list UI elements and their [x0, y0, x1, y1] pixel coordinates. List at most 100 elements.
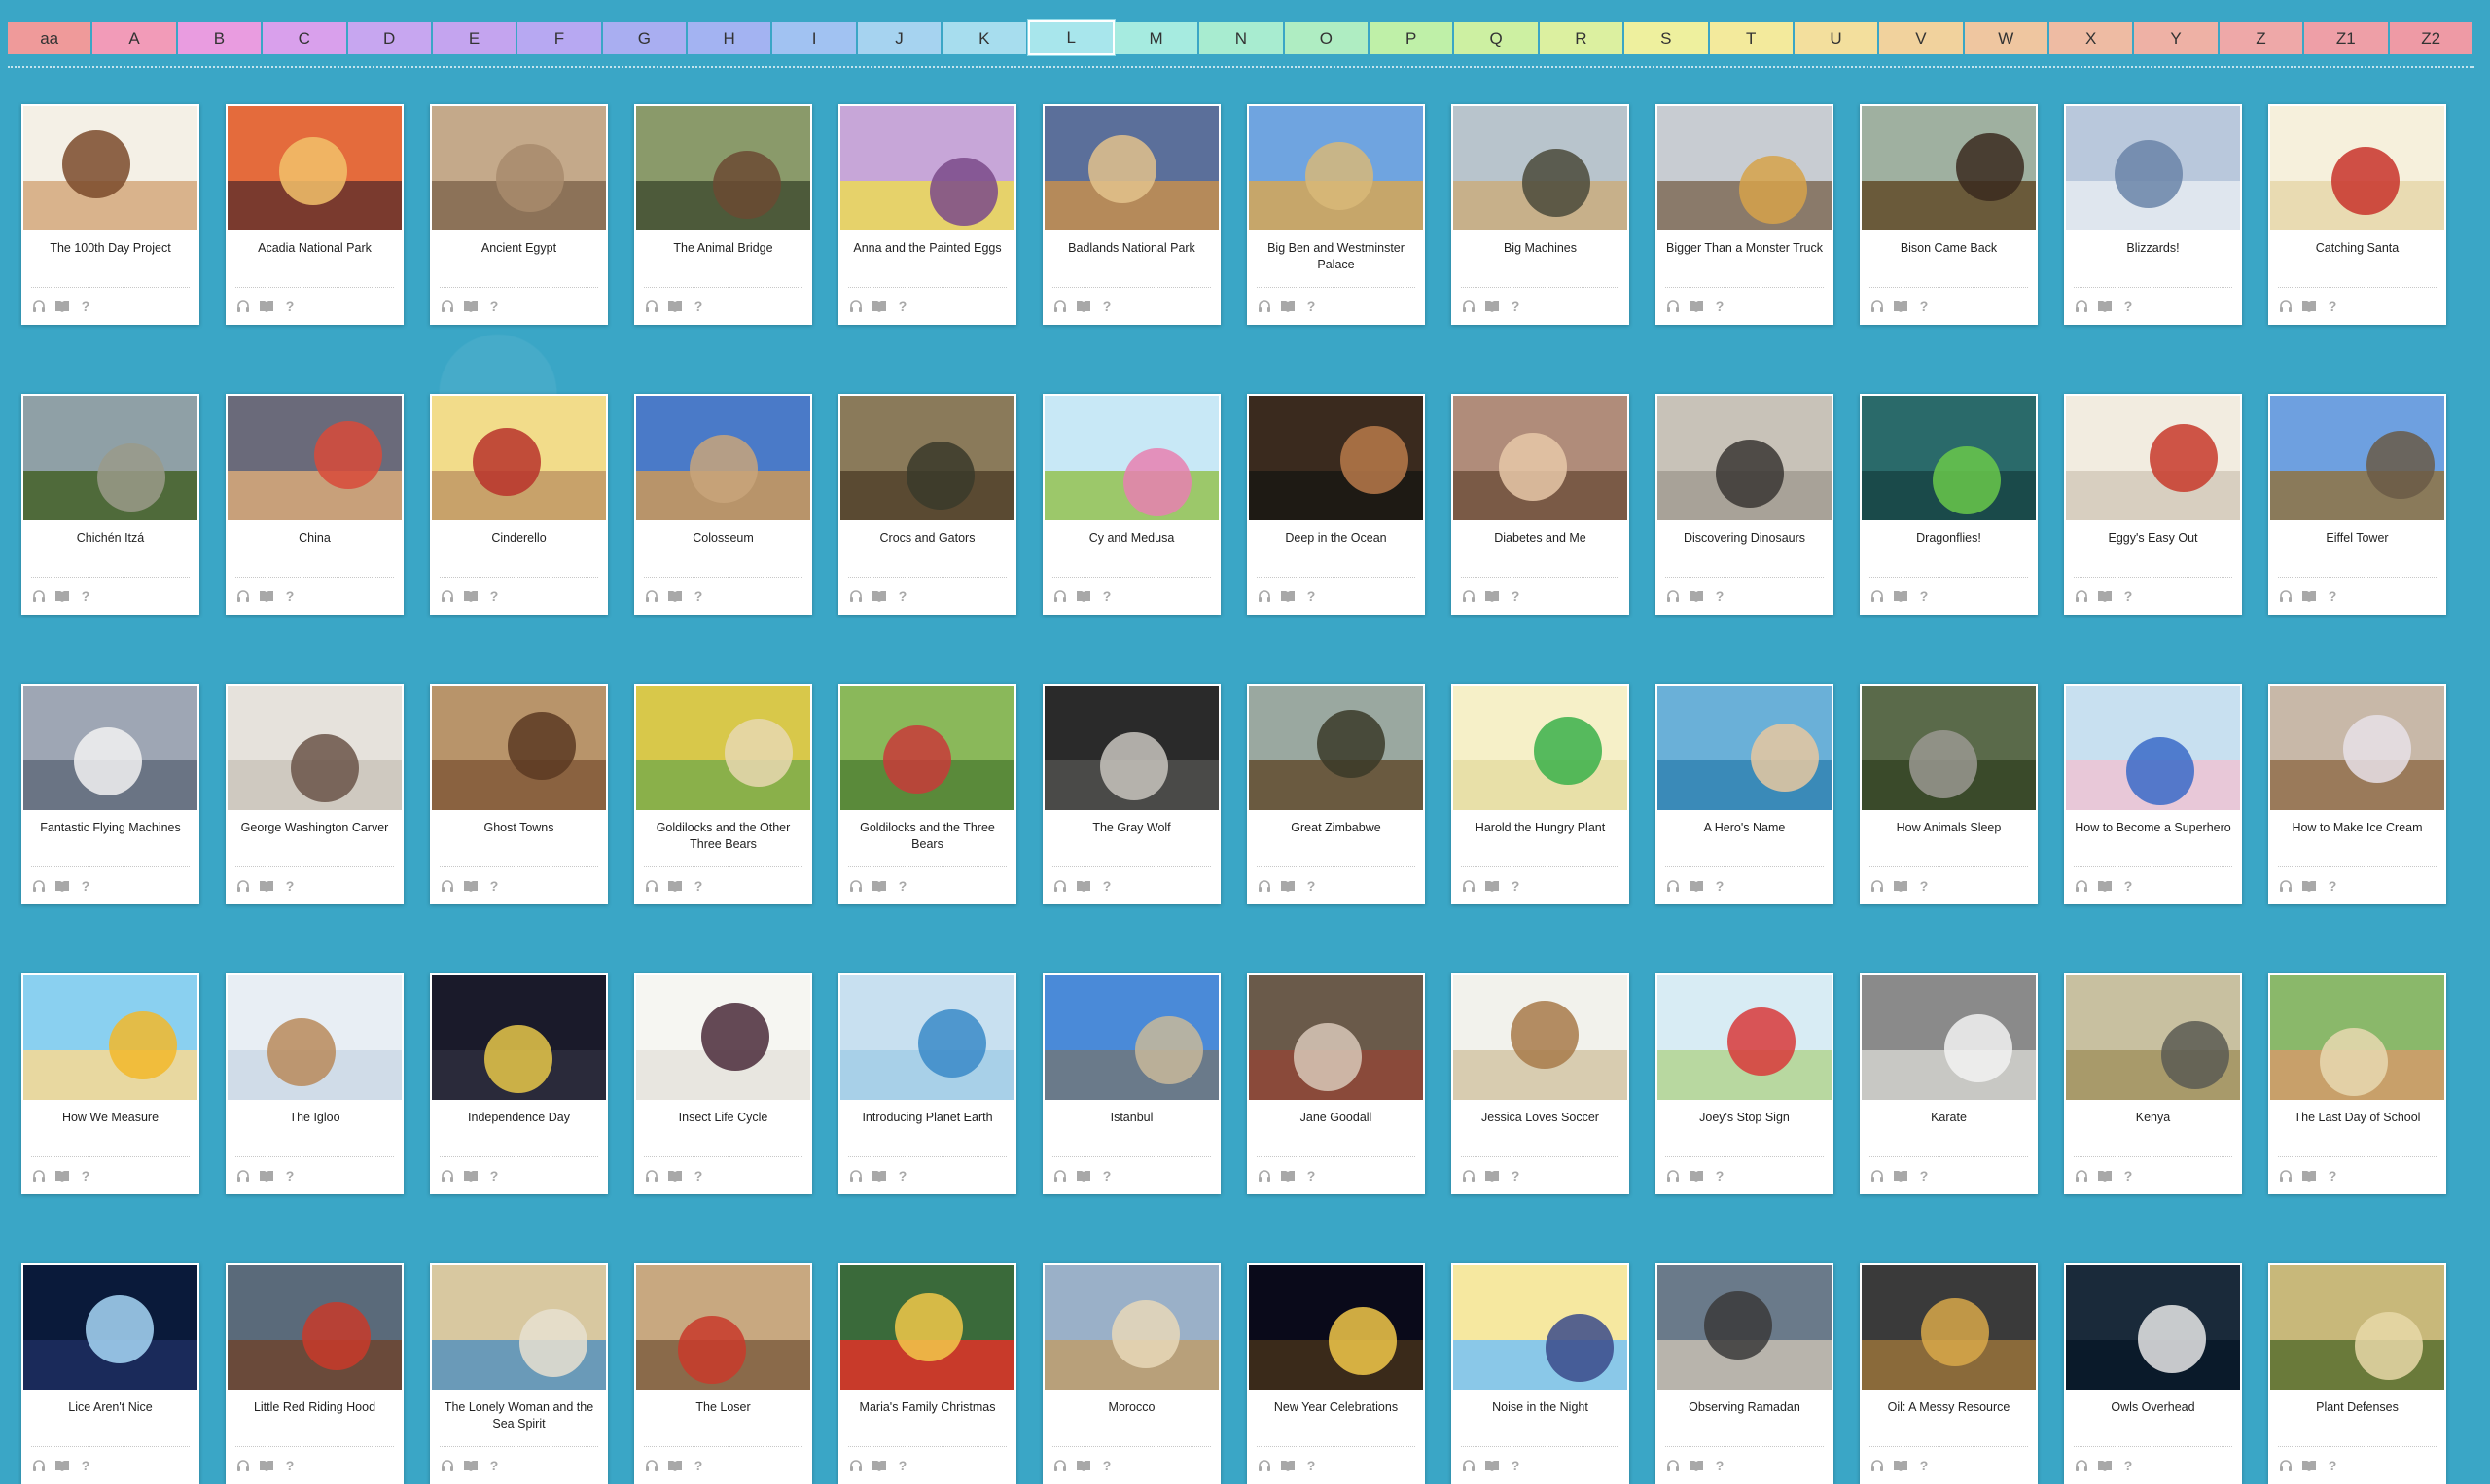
book-title[interactable]: Cy and Medusa	[1049, 530, 1215, 565]
book-title[interactable]: Karate	[1866, 1110, 2032, 1145]
headphones-icon[interactable]	[31, 299, 47, 314]
question-icon[interactable]: ?	[1303, 1168, 1319, 1184]
question-icon[interactable]: ?	[486, 588, 502, 604]
book-icon[interactable]	[667, 1458, 683, 1473]
question-icon[interactable]: ?	[2120, 1458, 2136, 1473]
headphones-icon[interactable]	[1461, 299, 1476, 314]
book-card[interactable]: How Animals Sleep?	[1860, 684, 2038, 904]
book-icon[interactable]	[1484, 588, 1500, 604]
book-cover-image[interactable]	[23, 686, 197, 810]
book-title[interactable]: Independence Day	[436, 1110, 602, 1145]
book-card[interactable]: New Year Celebrations?	[1247, 1263, 1425, 1484]
headphones-icon[interactable]	[235, 878, 251, 894]
headphones-icon[interactable]	[2074, 878, 2089, 894]
book-icon[interactable]	[463, 588, 479, 604]
book-icon[interactable]	[2097, 1458, 2113, 1473]
book-icon[interactable]	[259, 1168, 274, 1184]
book-card[interactable]: Lice Aren't Nice?	[21, 1263, 199, 1484]
headphones-icon[interactable]	[1461, 1168, 1476, 1184]
question-icon[interactable]: ?	[1712, 588, 1727, 604]
book-icon[interactable]	[872, 1458, 887, 1473]
book-card[interactable]: Ancient Egypt?	[430, 104, 608, 325]
book-title[interactable]: Observing Ramadan	[1661, 1399, 1828, 1434]
tab-k[interactable]: K	[943, 22, 1028, 54]
book-cover-image[interactable]	[2270, 396, 2444, 520]
headphones-icon[interactable]	[2074, 1168, 2089, 1184]
tab-e[interactable]: E	[432, 22, 518, 54]
book-card[interactable]: Observing Ramadan?	[1655, 1263, 1833, 1484]
book-cover-image[interactable]	[1862, 686, 2036, 810]
tab-n[interactable]: N	[1199, 22, 1285, 54]
headphones-icon[interactable]	[644, 1168, 659, 1184]
book-icon[interactable]	[463, 1168, 479, 1184]
question-icon[interactable]: ?	[1916, 299, 1932, 314]
book-title[interactable]: Colosseum	[640, 530, 806, 565]
book-title[interactable]: Deep in the Ocean	[1253, 530, 1419, 565]
headphones-icon[interactable]	[440, 1168, 455, 1184]
book-title[interactable]: Discovering Dinosaurs	[1661, 530, 1828, 565]
tab-v[interactable]: V	[1879, 22, 1965, 54]
question-icon[interactable]: ?	[1508, 299, 1523, 314]
book-title[interactable]: Fantastic Flying Machines	[27, 820, 194, 855]
book-card[interactable]: Oil: A Messy Resource?	[1860, 1263, 2038, 1484]
book-card[interactable]: Anna and the Painted Eggs?	[838, 104, 1016, 325]
book-icon[interactable]	[1893, 878, 1908, 894]
headphones-icon[interactable]	[2278, 1458, 2294, 1473]
book-cover-image[interactable]	[840, 106, 1014, 230]
tab-g[interactable]: G	[602, 22, 688, 54]
question-icon[interactable]: ?	[78, 299, 93, 314]
book-icon[interactable]	[259, 1458, 274, 1473]
book-icon[interactable]	[872, 1168, 887, 1184]
book-title[interactable]: Eiffel Tower	[2274, 530, 2440, 565]
question-icon[interactable]: ?	[1508, 1458, 1523, 1473]
headphones-icon[interactable]	[848, 588, 864, 604]
headphones-icon[interactable]	[1257, 588, 1272, 604]
question-icon[interactable]: ?	[2325, 878, 2340, 894]
book-title[interactable]: Maria's Family Christmas	[844, 1399, 1011, 1434]
book-cover-image[interactable]	[1045, 396, 1219, 520]
book-icon[interactable]	[2097, 878, 2113, 894]
book-icon[interactable]	[872, 588, 887, 604]
question-icon[interactable]: ?	[2120, 588, 2136, 604]
question-icon[interactable]: ?	[2120, 299, 2136, 314]
book-title[interactable]: Blizzards!	[2070, 240, 2236, 275]
book-title[interactable]: Istanbul	[1049, 1110, 1215, 1145]
book-cover-image[interactable]	[2066, 1265, 2240, 1390]
book-card[interactable]: Noise in the Night?	[1451, 1263, 1629, 1484]
question-icon[interactable]: ?	[1712, 878, 1727, 894]
question-icon[interactable]: ?	[691, 1168, 706, 1184]
book-card[interactable]: The Last Day of School?	[2268, 973, 2446, 1194]
question-icon[interactable]: ?	[2325, 299, 2340, 314]
book-icon[interactable]	[1893, 588, 1908, 604]
headphones-icon[interactable]	[1052, 299, 1068, 314]
book-icon[interactable]	[2097, 299, 2113, 314]
headphones-icon[interactable]	[1461, 588, 1476, 604]
tab-z[interactable]: Z	[2219, 22, 2305, 54]
book-card[interactable]: Discovering Dinosaurs?	[1655, 394, 1833, 615]
book-cover-image[interactable]	[1657, 1265, 1832, 1390]
book-icon[interactable]	[54, 588, 70, 604]
book-cover-image[interactable]	[432, 686, 606, 810]
book-cover-image[interactable]	[2270, 1265, 2444, 1390]
question-icon[interactable]: ?	[78, 588, 93, 604]
question-icon[interactable]: ?	[1712, 299, 1727, 314]
book-card[interactable]: The Gray Wolf?	[1043, 684, 1221, 904]
book-icon[interactable]	[463, 299, 479, 314]
book-cover-image[interactable]	[840, 975, 1014, 1100]
headphones-icon[interactable]	[1257, 299, 1272, 314]
book-title[interactable]: Joey's Stop Sign	[1661, 1110, 1828, 1145]
headphones-icon[interactable]	[1869, 1458, 1885, 1473]
book-cover-image[interactable]	[1862, 396, 2036, 520]
book-card[interactable]: Independence Day?	[430, 973, 608, 1194]
book-cover-image[interactable]	[1045, 1265, 1219, 1390]
book-cover-image[interactable]	[840, 686, 1014, 810]
book-card[interactable]: The Animal Bridge?	[634, 104, 812, 325]
book-title[interactable]: How We Measure	[27, 1110, 194, 1145]
question-icon[interactable]: ?	[2325, 1168, 2340, 1184]
book-cover-image[interactable]	[2270, 686, 2444, 810]
book-cover-image[interactable]	[2066, 396, 2240, 520]
question-icon[interactable]: ?	[1099, 1458, 1115, 1473]
headphones-icon[interactable]	[235, 588, 251, 604]
tab-h[interactable]: H	[688, 22, 773, 54]
book-title[interactable]: The Last Day of School	[2274, 1110, 2440, 1145]
